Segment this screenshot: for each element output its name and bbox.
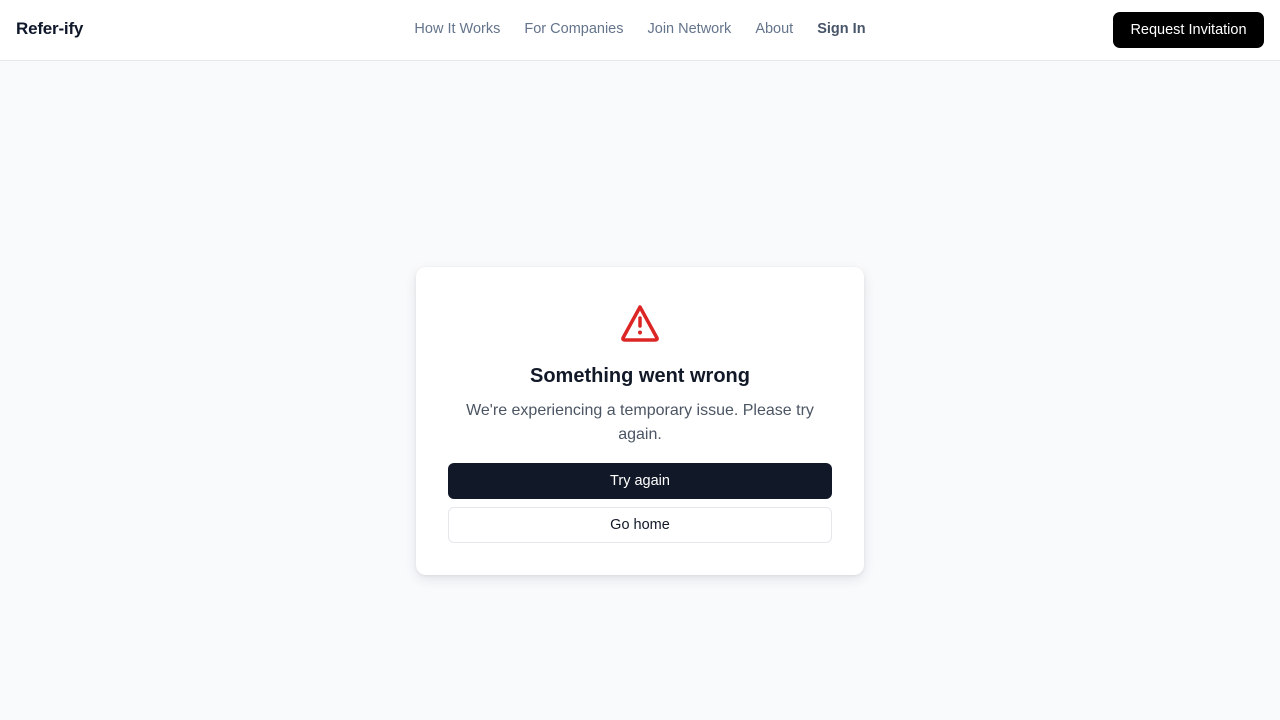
error-message: We're experiencing a temporary issue. Pl… [466,402,814,443]
go-home-button[interactable]: Go home [448,507,832,543]
main-nav: How It Works For Companies Join Network … [0,21,1280,37]
request-invitation-button[interactable]: Request Invitation [1113,12,1264,48]
nav-about[interactable]: About [755,21,793,37]
error-card: Something went wrong We're experiencing … [416,267,864,575]
warning-triangle-icon [621,305,659,342]
nav-sign-in[interactable]: Sign In [817,21,865,37]
nav-how-it-works[interactable]: How It Works [414,21,500,37]
nav-for-companies[interactable]: For Companies [524,21,623,37]
error-title: Something went wrong [530,365,750,387]
nav-join-network[interactable]: Join Network [648,21,732,37]
try-again-button[interactable]: Try again [448,463,832,499]
top-navbar: Refer-ify How It Works For Companies Joi… [0,0,1280,61]
